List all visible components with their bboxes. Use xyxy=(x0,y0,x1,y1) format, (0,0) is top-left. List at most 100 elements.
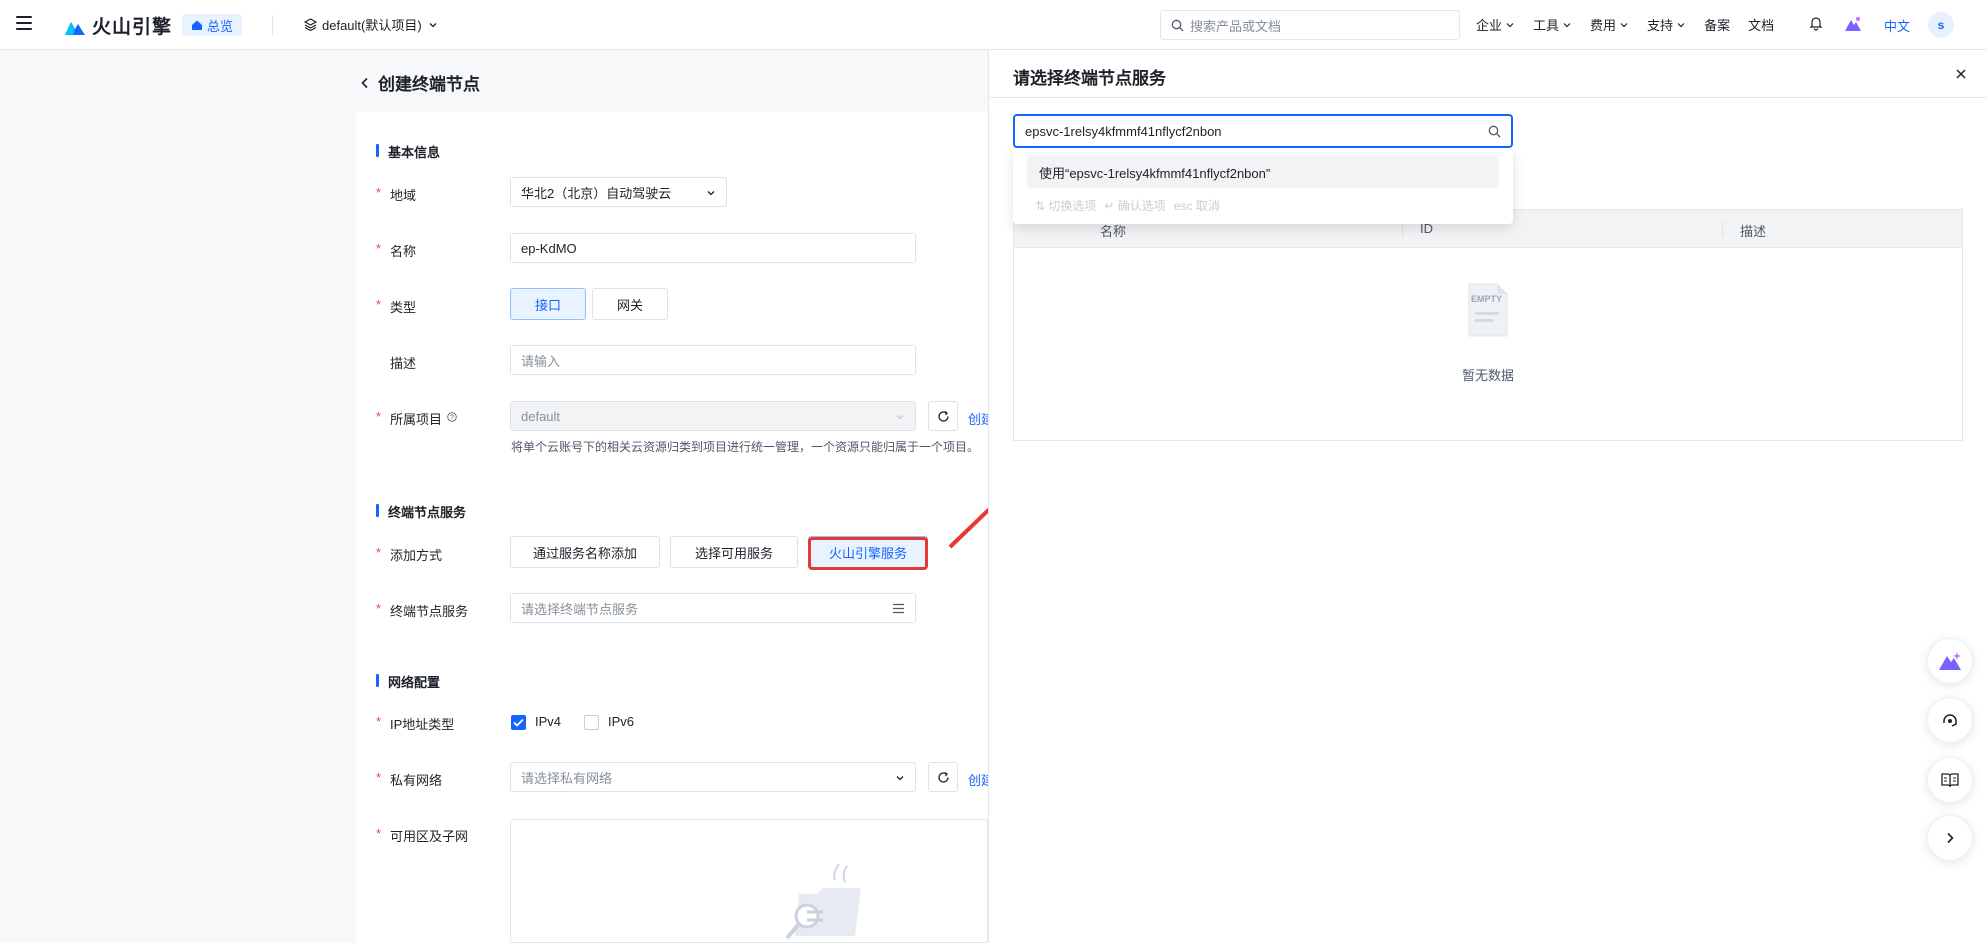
section-title-basic: 基本信息 xyxy=(376,142,440,161)
chevron-down-icon xyxy=(896,776,904,781)
ipv6-label: IPv6 xyxy=(608,714,635,729)
project-selector[interactable]: default(默认项目) xyxy=(304,15,439,34)
menu-icon[interactable] xyxy=(16,16,32,30)
nav-billing[interactable]: 费用 xyxy=(1590,15,1629,34)
search-icon[interactable] xyxy=(1488,125,1501,138)
nav-support[interactable]: 支持 xyxy=(1647,15,1686,34)
empty-state: EMPTY xyxy=(1457,282,1517,341)
chevron-down-icon xyxy=(707,191,715,196)
language-switch[interactable]: 中文 xyxy=(1884,16,1910,35)
close-icon[interactable] xyxy=(1953,66,1969,82)
suggestion-item[interactable]: 使用“epsvc-1relsy4kfmmf41nflycf2nbon” xyxy=(1027,156,1499,188)
nav-docs[interactable]: 文档 xyxy=(1748,15,1774,34)
hint-confirm-label: 确认选项 xyxy=(1117,199,1166,213)
column-description: 描述 xyxy=(1740,224,1767,239)
home-icon xyxy=(192,20,202,30)
search-icon xyxy=(1171,19,1184,31)
create-project-link[interactable]: 创建 xyxy=(968,409,988,428)
vpc-placeholder: 请选择私有网络 xyxy=(521,770,613,786)
project-value: default xyxy=(521,408,561,424)
type-gateway-button[interactable]: 网关 xyxy=(592,288,668,320)
ipv4-checkbox[interactable] xyxy=(511,715,526,730)
overview-button[interactable]: 总览 xyxy=(182,14,243,36)
name-value: ep-KdMO xyxy=(521,240,577,256)
type-interface-button[interactable]: 接口 xyxy=(510,288,586,320)
divider xyxy=(272,15,273,35)
vpc-select[interactable]: 请选择私有网络 xyxy=(510,762,916,792)
name-input[interactable]: ep-KdMO xyxy=(510,233,916,263)
required-mark: * xyxy=(376,601,382,616)
chevron-down-icon xyxy=(1563,22,1571,27)
svg-text:?: ? xyxy=(450,415,454,422)
chevron-down-icon xyxy=(1506,22,1514,27)
nav-links: 企业 工具 费用 支持 备案 文档 xyxy=(1476,15,1774,34)
select-available-service-button[interactable]: 选择可用服务 xyxy=(670,536,798,568)
project-help-text: 将单个云账号下的相关云资源归类到项目进行统一管理，一个资源只能归属于一个项目。 xyxy=(511,440,980,454)
docs-float-button[interactable] xyxy=(1927,757,1973,803)
global-search-placeholder: 搜索产品或文档 xyxy=(1190,18,1282,34)
endpoint-service-select[interactable]: 请选择终端节点服务 xyxy=(510,593,916,623)
ai-assistant-float-button[interactable] xyxy=(1927,638,1973,684)
page-title: 创建终端节点 xyxy=(378,75,480,94)
chevron-left-icon[interactable] xyxy=(360,77,370,89)
description-input[interactable]: 请输入 xyxy=(510,345,916,375)
avatar[interactable]: s xyxy=(1928,12,1954,38)
mountain-ai-icon xyxy=(1939,652,1961,670)
chevron-down-icon xyxy=(1620,22,1628,27)
required-mark: * xyxy=(376,770,382,785)
help-circle-icon[interactable]: ? xyxy=(447,412,457,422)
region-label: 地域 xyxy=(390,188,417,203)
create-vpc-link[interactable]: 创建 xyxy=(968,770,988,789)
section-title-network: 网络配置 xyxy=(376,672,440,691)
logo[interactable]: 火山引擎 xyxy=(64,12,172,39)
customer-service-float-button[interactable] xyxy=(1927,697,1973,743)
search-suggestion-dropdown: 使用“epsvc-1relsy4kfmmf41nflycf2nbon” ⇅ 切换… xyxy=(1013,148,1513,224)
region-select[interactable]: 华北2（北京）自动驾驶云 xyxy=(510,177,727,207)
hint-switch-label: 切换选项 xyxy=(1048,199,1097,213)
expand-float-button[interactable] xyxy=(1927,815,1973,861)
nav-enterprise[interactable]: 企业 xyxy=(1476,15,1515,34)
empty-text: 暂无数据 xyxy=(1461,368,1514,383)
nav-tools-label: 工具 xyxy=(1533,18,1560,33)
global-search-input[interactable]: 搜索产品或文档 xyxy=(1160,10,1460,40)
layers-icon xyxy=(304,18,317,31)
headset-icon xyxy=(1943,714,1957,727)
ipv4-label: IPv4 xyxy=(535,714,562,729)
highlight-box xyxy=(808,537,928,570)
page-header: 创建终端节点 xyxy=(360,70,480,95)
required-mark: * xyxy=(376,297,382,312)
required-mark: * xyxy=(376,714,382,729)
required-mark: * xyxy=(376,409,382,424)
ai-assistant-icon[interactable] xyxy=(1844,15,1862,33)
type-label: 类型 xyxy=(390,300,417,315)
refresh-project-button[interactable] xyxy=(928,401,958,431)
endpoint-service-label: 终端节点服务 xyxy=(390,604,469,619)
project-label: 所属项目 xyxy=(390,412,443,427)
required-mark: * xyxy=(376,241,382,256)
refresh-vpc-button[interactable] xyxy=(928,762,958,792)
zone-subnet-panel xyxy=(510,819,988,943)
service-search-input[interactable]: epsvc-1relsy4kfmmf41nflycf2nbon xyxy=(1013,114,1513,148)
empty-icon-text: EMPTY xyxy=(1471,294,1502,304)
nav-tools[interactable]: 工具 xyxy=(1533,15,1572,34)
check-icon xyxy=(513,718,524,727)
section-title-endpoint-service: 终端节点服务 xyxy=(376,502,466,521)
nav-icp[interactable]: 备案 xyxy=(1704,15,1730,34)
nav-billing-label: 费用 xyxy=(1590,18,1617,33)
logo-text: 火山引擎 xyxy=(92,17,173,38)
required-mark: * xyxy=(376,545,382,560)
drawer-divider xyxy=(989,97,1987,98)
description-label: 描述 xyxy=(390,356,417,371)
service-search-value: epsvc-1relsy4kfmmf41nflycf2nbon xyxy=(1025,123,1222,139)
hint-switch: ⇅ 切换选项 xyxy=(1035,199,1097,213)
add-by-service-name-button[interactable]: 通过服务名称添加 xyxy=(510,536,660,568)
add-method-label: 添加方式 xyxy=(390,548,443,563)
zone-subnet-label: 可用区及子网 xyxy=(390,829,469,844)
vpc-label: 私有网络 xyxy=(390,773,443,788)
bell-icon[interactable] xyxy=(1808,15,1824,31)
nav-docs-label: 文档 xyxy=(1748,18,1775,33)
region-value: 华北2（北京）自动驾驶云 xyxy=(521,185,672,201)
chevron-down-icon xyxy=(896,415,904,420)
name-label: 名称 xyxy=(390,244,417,259)
ipv6-checkbox[interactable] xyxy=(584,715,599,730)
